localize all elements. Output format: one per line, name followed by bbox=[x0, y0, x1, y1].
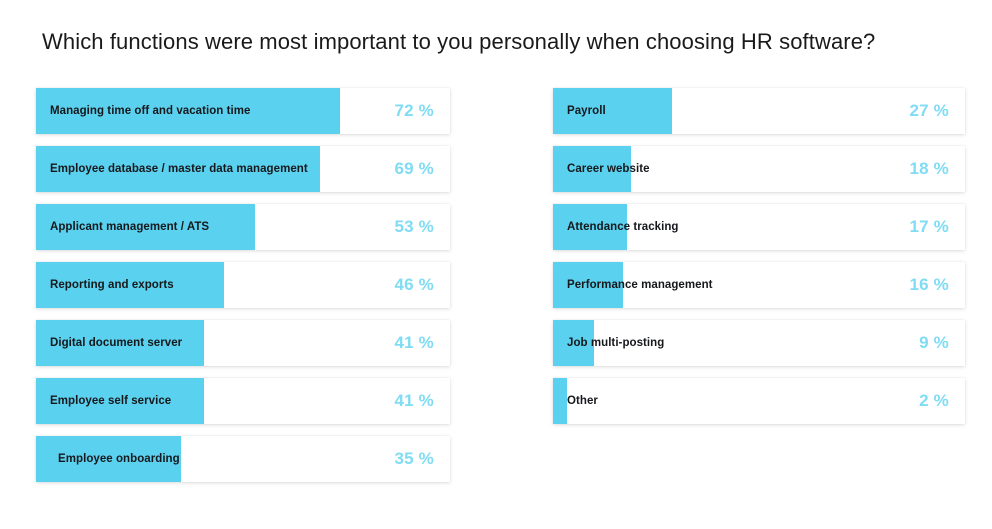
bar-label: Other bbox=[567, 394, 598, 407]
bar-column-right: Payroll 27 % Career website 18 % Attendance … bbox=[553, 88, 965, 494]
bar-value: 35 % bbox=[394, 449, 434, 468]
bar-row: Employee self service 41 % bbox=[36, 378, 450, 424]
bar-fill bbox=[553, 378, 567, 424]
bar-value: 41 % bbox=[394, 333, 434, 352]
bar-value: 2 % bbox=[919, 391, 949, 410]
bar-label: Applicant management / ATS bbox=[50, 220, 210, 233]
bar-value: 72 % bbox=[394, 101, 434, 120]
bar-row: Performance management 16 % bbox=[553, 262, 965, 308]
bar-label: Employee database / master data manageme… bbox=[50, 162, 308, 175]
bar-label: Digital document server bbox=[50, 336, 183, 349]
bar-row: Other 2 % bbox=[553, 378, 965, 424]
bar-value: 9 % bbox=[919, 333, 949, 352]
bar-row: Digital document server 41 % bbox=[36, 320, 450, 366]
bar-value: 16 % bbox=[909, 275, 949, 294]
bar-label: Attendance tracking bbox=[567, 220, 679, 233]
bar-row: Managing time off and vacation time 72 % bbox=[36, 88, 450, 134]
bar-label: Performance management bbox=[567, 278, 713, 291]
bar-label: Payroll bbox=[567, 104, 606, 117]
bar-value: 17 % bbox=[909, 217, 949, 236]
bar-row: Reporting and exports 46 % bbox=[36, 262, 450, 308]
bar-row: Employee database / master data manageme… bbox=[36, 146, 450, 192]
bar-chart: Managing time off and vacation time 72 % E… bbox=[0, 88, 992, 494]
bar-value: 53 % bbox=[394, 217, 434, 236]
bar-row: Career website 18 % bbox=[553, 146, 965, 192]
bar-value: 69 % bbox=[394, 159, 434, 178]
bar-column-left: Managing time off and vacation time 72 % E… bbox=[36, 88, 450, 494]
bar-label: Employee onboarding bbox=[58, 452, 180, 465]
bar-label: Managing time off and vacation time bbox=[50, 104, 251, 117]
bar-value: 18 % bbox=[909, 159, 949, 178]
bar-value: 41 % bbox=[394, 391, 434, 410]
bar-label: Reporting and exports bbox=[50, 278, 174, 291]
bar-label: Employee self service bbox=[50, 394, 172, 407]
bar-value: 46 % bbox=[394, 275, 434, 294]
bar-row: Applicant management / ATS 53 % bbox=[36, 204, 450, 250]
bar-label: Career website bbox=[567, 162, 650, 175]
bar-row: Job multi-posting 9 % bbox=[553, 320, 965, 366]
bar-value: 27 % bbox=[909, 101, 949, 120]
bar-label: Job multi-posting bbox=[567, 336, 665, 349]
page-title: Which functions were most important to y… bbox=[42, 28, 876, 54]
bar-row: Payroll 27 % bbox=[553, 88, 965, 134]
bar-row: Employee onboarding 35 % bbox=[36, 436, 450, 482]
bar-row: Attendance tracking 17 % bbox=[553, 204, 965, 250]
